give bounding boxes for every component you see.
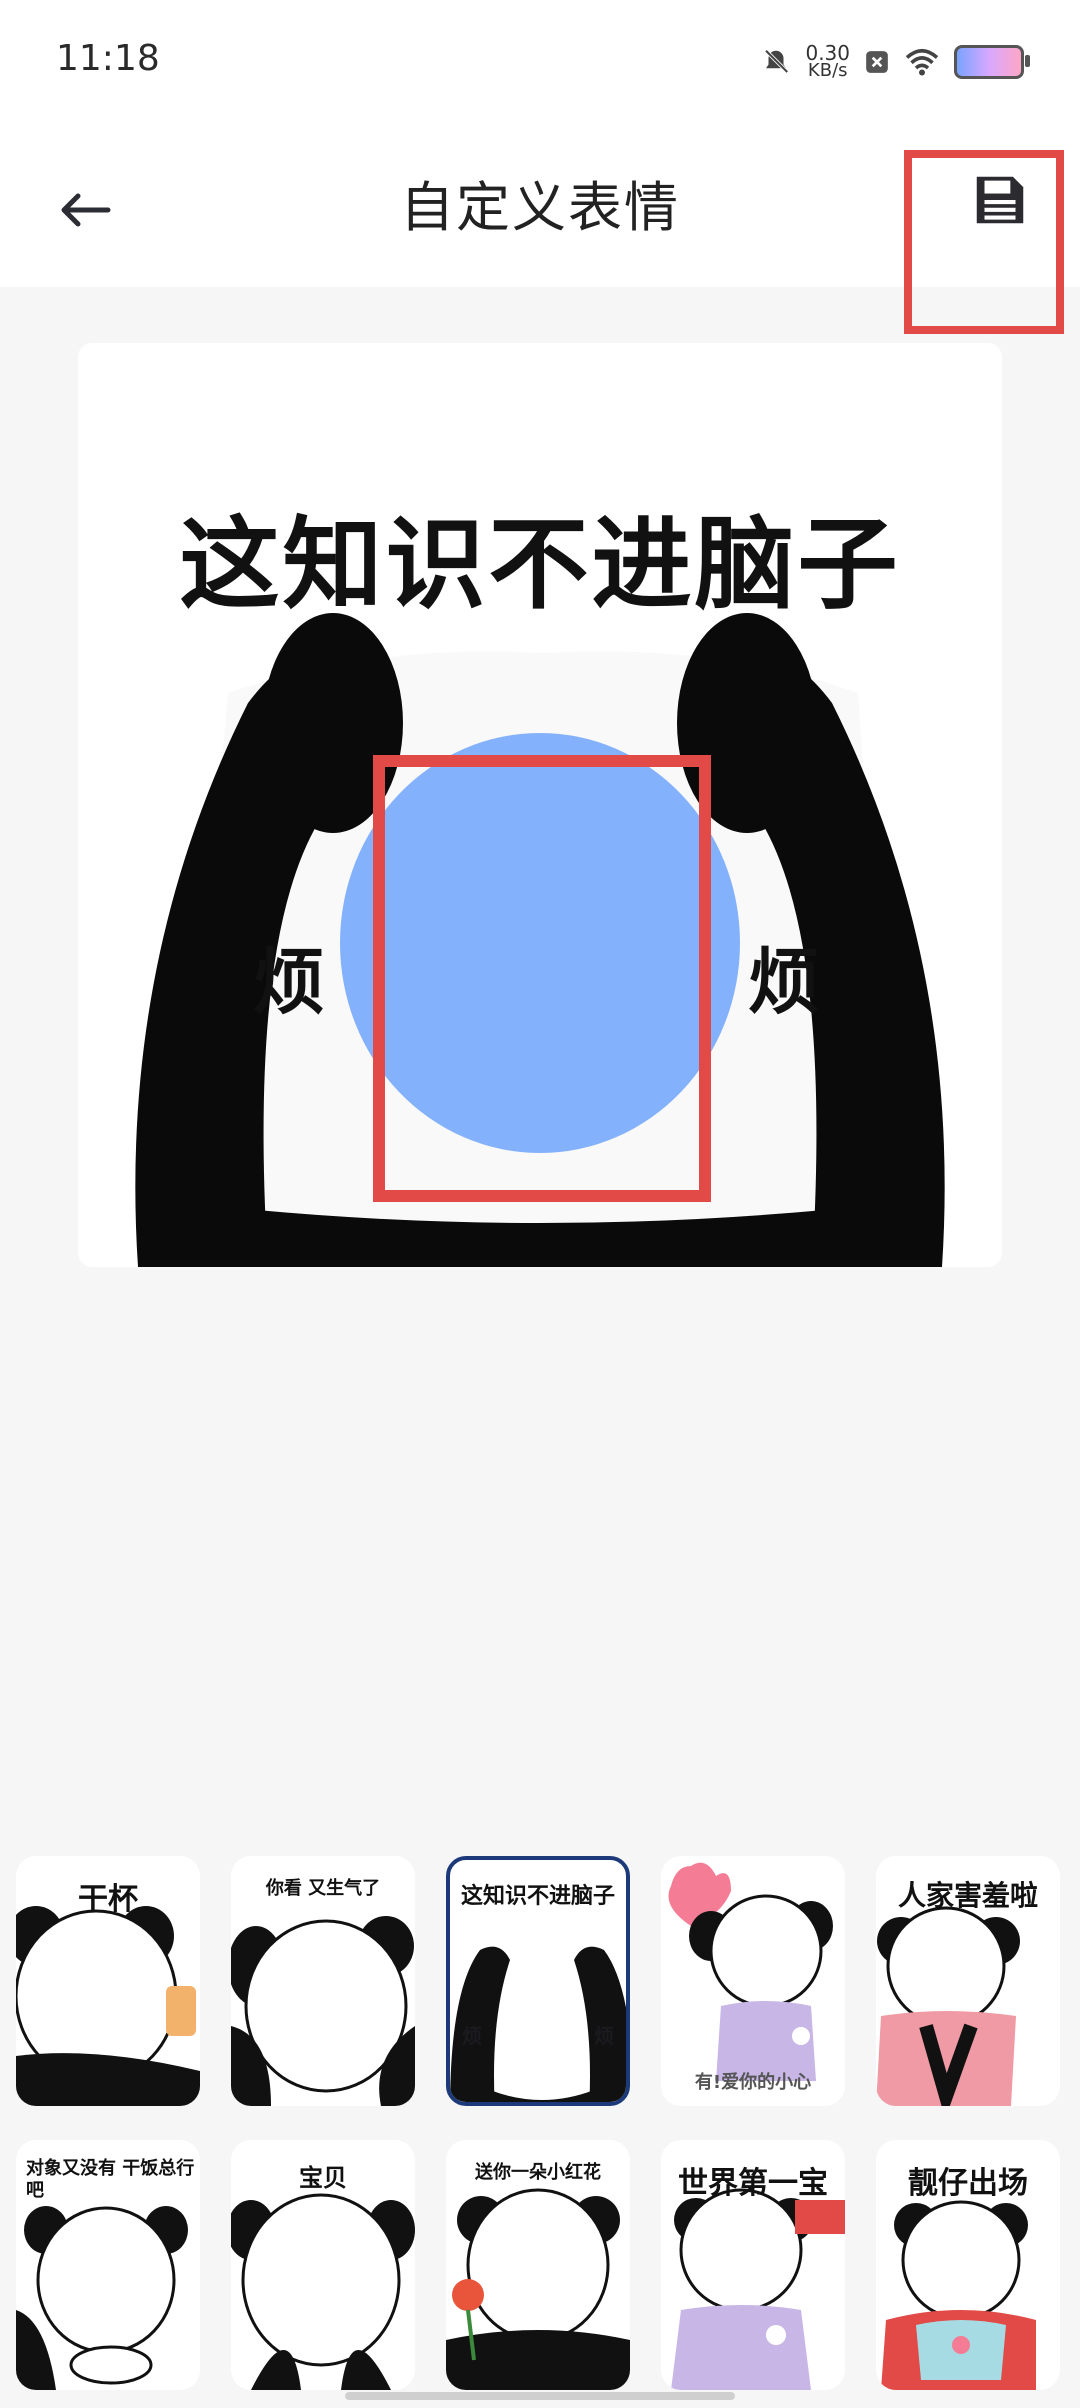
home-indicator [345, 2392, 735, 2400]
bell-mute-icon [765, 49, 790, 74]
sticker-caption: 送你一朵小红花 [475, 2162, 601, 2183]
sticker-caption: 这知识不进脑子 [179, 506, 901, 623]
sticker-tile[interactable]: 送你一朵小红花 [446, 2140, 630, 2390]
right-side-text: 烦 [594, 2024, 614, 2048]
sticker-tile[interactable]: 你看 又生气了 [231, 1856, 415, 2106]
status-time: 11:18 [56, 38, 160, 79]
status-icons: 0.30 KB/s [761, 38, 1030, 86]
battery-icon [954, 45, 1030, 79]
right-side-text: 烦 [748, 940, 821, 1024]
sticker-caption: 人家害羞啦 [897, 1879, 1038, 1912]
save-highlight-box [904, 150, 1064, 334]
sticker-tile[interactable]: 有!爱你的小心 [661, 1856, 845, 2106]
net-speed-unit: KB/s [807, 60, 848, 81]
sticker-tile[interactable]: 人家害羞啦 [876, 1856, 1060, 2106]
sticker-tile[interactable]: 世界第一宝 [661, 2140, 845, 2390]
sticker-caption: 干杯 [78, 1882, 138, 1917]
sticker-caption: 对象又没有 干饭总行吧 [26, 2158, 195, 2201]
sticker-caption: 有!爱你的小心 [694, 2072, 812, 2093]
sticker-caption: 你看 又生气了 [265, 1878, 381, 1899]
sticker-tile[interactable]: 干杯 [16, 1856, 200, 2106]
sticker-tile[interactable]: 宝贝 [231, 2140, 415, 2390]
left-side-text: 烦 [253, 940, 326, 1024]
wifi-icon [905, 48, 939, 76]
sticker-caption: 这知识不进脑子 [460, 1884, 615, 1909]
x-box-icon [866, 51, 888, 73]
sticker-caption: 世界第一宝 [678, 2166, 828, 2201]
face-highlight-box [373, 755, 711, 1202]
sticker-tile[interactable]: 靓仔出场 [876, 2140, 1060, 2390]
sticker-caption: 靓仔出场 [908, 2166, 1028, 2201]
sticker-tile[interactable]: 对象又没有 干饭总行吧 [16, 2140, 200, 2390]
net-speed: 0.30 KB/s [805, 43, 850, 81]
left-side-text: 烦 [462, 2024, 482, 2048]
status-bar: 11:18 0.30 KB/s [0, 0, 1080, 125]
sticker-tile-selected[interactable]: 这知识不进脑子 烦 烦 [446, 1856, 630, 2106]
sticker-caption: 宝贝 [299, 2164, 347, 2192]
